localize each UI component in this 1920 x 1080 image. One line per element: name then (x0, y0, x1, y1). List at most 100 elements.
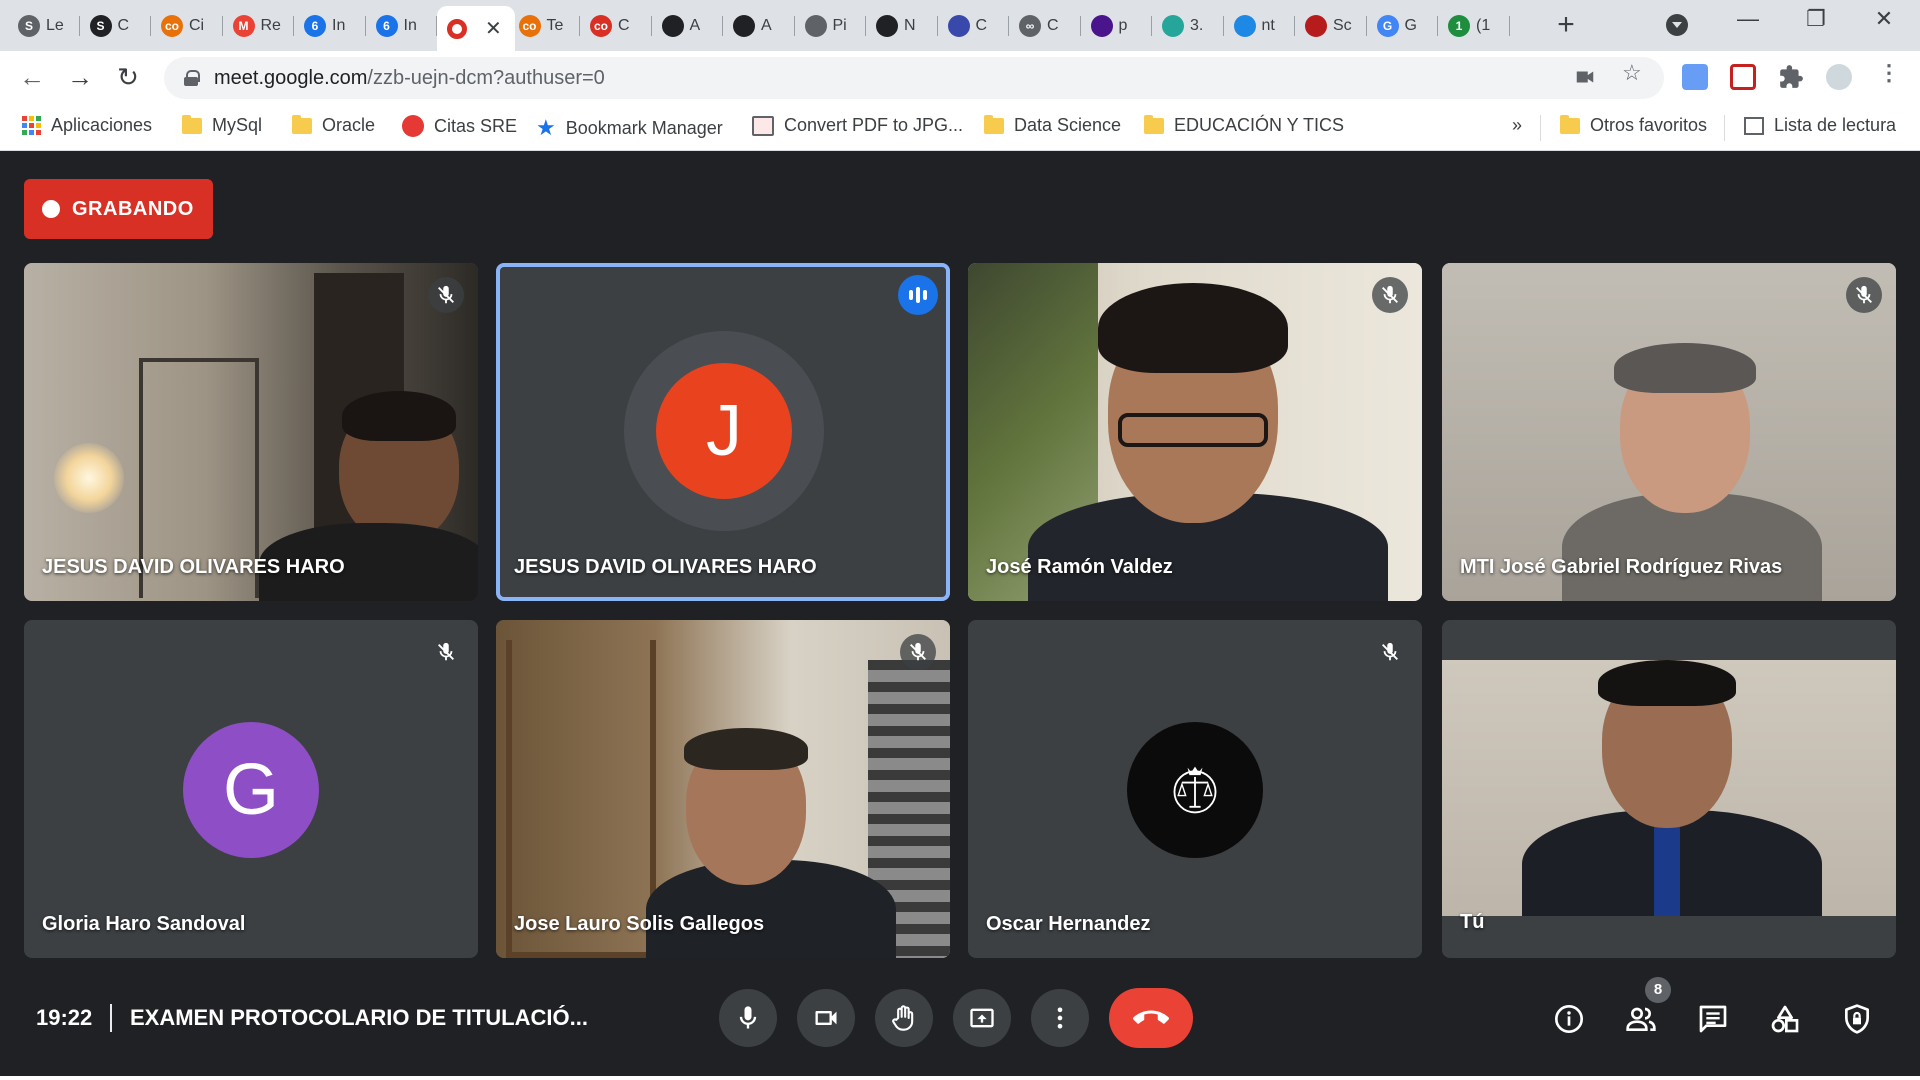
scales-of-justice-icon (1173, 766, 1217, 814)
reading-list-button[interactable]: Lista de lectura (1744, 115, 1896, 136)
forward-button[interactable]: → (62, 59, 98, 95)
tab-separator (1508, 16, 1510, 36)
bookmark-label: MySql (212, 115, 263, 135)
bookmark-divider (1540, 115, 1541, 141)
recording-badge[interactable]: GRABANDO (24, 179, 213, 239)
present-screen-button[interactable] (953, 989, 1011, 1047)
bookmark-data-science[interactable]: Data Science (984, 114, 1121, 136)
bookmark-mysql[interactable]: MySql (182, 114, 263, 136)
browser-tab[interactable]: p (1081, 6, 1152, 46)
bookmark-oracle[interactable]: Oracle (292, 114, 375, 136)
browser-tab[interactable]: C (938, 6, 1009, 46)
participant-tile[interactable]: MTI José Gabriel Rodríguez Rivas (1442, 263, 1896, 601)
browser-tab[interactable]: M Re (223, 6, 294, 46)
participant-name: MTI José Gabriel Rodríguez Rivas (1460, 556, 1783, 578)
bookmark-divider (1724, 115, 1725, 141)
bookmark-educacion-tics[interactable]: EDUCACIÓN Y TICS (1144, 114, 1344, 136)
address-bar[interactable]: meet.google.com/zzb-uejn-dcm?authuser=0 (164, 57, 1664, 99)
bookmark-citas-sre[interactable]: Citas SRE (402, 115, 517, 137)
activities-button[interactable] (1765, 999, 1805, 1039)
tab-title: Sc (1333, 17, 1352, 34)
browser-tab[interactable]: SC (80, 6, 151, 46)
browser-tab[interactable]: 6 In (294, 6, 366, 46)
tab-close-icon[interactable]: ✕ (485, 16, 502, 41)
browser-tab[interactable]: A (652, 6, 723, 46)
bookmark-apps[interactable]: Aplicaciones (22, 115, 152, 136)
bookmarks-overflow-button[interactable]: » (1512, 115, 1522, 136)
camera-button[interactable] (797, 989, 855, 1047)
browser-tab[interactable]: Sc (1295, 6, 1367, 46)
browser-tab[interactable]: 3. (1152, 6, 1224, 46)
speaking-indicator (898, 275, 938, 315)
docs-extension-icon[interactable] (1682, 64, 1708, 90)
browser-tab[interactable]: co Ci (151, 6, 223, 46)
new-tab-button[interactable]: + (1548, 8, 1584, 42)
tab-search-icon[interactable] (1666, 14, 1688, 36)
back-button[interactable]: ← (14, 59, 50, 95)
tab-favicon-icon (876, 15, 898, 37)
bookmark-other-favorites[interactable]: Otros favoritos (1560, 114, 1707, 136)
tab-favicon-icon: co (518, 15, 541, 37)
browser-tab[interactable]: ∞ C (1009, 6, 1081, 46)
participants-button[interactable] (1621, 999, 1661, 1039)
browser-tab[interactable]: S Le (8, 6, 80, 46)
raise-hand-icon (892, 1005, 914, 1031)
red-circle-icon (402, 115, 424, 137)
recording-label: GRABANDO (72, 197, 194, 220)
browser-menu-icon[interactable]: ⋮ (1878, 60, 1900, 86)
restore-window-button[interactable]: ❐ (1796, 6, 1836, 32)
browser-tab-active[interactable]: ✕ (437, 6, 515, 51)
muted-indicator (1846, 277, 1882, 313)
browser-tab[interactable]: co C (580, 6, 652, 46)
participant-tile[interactable]: G Gloria Haro Sandoval (24, 620, 478, 958)
extensions-puzzle-icon[interactable] (1778, 64, 1804, 90)
mic-off-icon (1382, 642, 1398, 661)
mic-off-icon (1382, 285, 1398, 304)
chevron-double-right-icon: » (1512, 115, 1523, 135)
raise-hand-button[interactable] (875, 989, 933, 1047)
lamp-light (54, 443, 124, 513)
person-hair (1098, 283, 1288, 373)
url-host: meet.google.com (214, 66, 368, 89)
bookmark-convert-pdf[interactable]: Convert PDF to JPG... (752, 115, 963, 136)
browser-tab[interactable]: 6 In (366, 6, 437, 46)
tab-title: A (689, 17, 701, 34)
meeting-controls-bar: 19:22 EXAMEN PROTOCOLARIO DE TITULACIÓ..… (0, 975, 1920, 1080)
microphone-icon (739, 1006, 757, 1029)
lock-icon[interactable] (184, 70, 200, 86)
browser-tab[interactable]: co Te (509, 6, 580, 46)
close-window-button[interactable]: ✕ (1864, 6, 1904, 32)
reload-button[interactable]: ↻ (110, 59, 146, 95)
more-options-button[interactable] (1031, 989, 1089, 1047)
camera-in-use-icon[interactable] (1574, 66, 1596, 88)
bookmark-star-icon[interactable]: ☆ (1622, 60, 1642, 86)
video-feed (1442, 660, 1896, 916)
participant-tile[interactable]: J JESUS DAVID OLIVARES HARO (496, 263, 950, 601)
browser-tab[interactable]: A (723, 6, 795, 46)
profile-avatar[interactable] (1826, 64, 1852, 90)
bookmark-manager[interactable]: ★ Bookmark Manager (536, 115, 723, 141)
reading-list-label: Lista de lectura (1774, 115, 1897, 135)
host-controls-button[interactable] (1837, 999, 1877, 1039)
participant-tile[interactable]: Oscar Hernandez (968, 620, 1422, 958)
microphone-button[interactable] (719, 989, 777, 1047)
participant-tile[interactable]: José Ramón Valdez (968, 263, 1422, 601)
browser-tab[interactable]: GG (1367, 6, 1438, 46)
browser-tab[interactable]: nt (1224, 6, 1295, 46)
participant-tile[interactable]: Jose Lauro Solis Gallegos (496, 620, 950, 958)
pocket-extension-icon[interactable] (1730, 64, 1756, 90)
meeting-details-button[interactable] (1549, 999, 1589, 1039)
browser-tab[interactable]: 1 (1 (1438, 6, 1510, 46)
person-hair (1598, 660, 1736, 706)
leave-call-button[interactable] (1109, 988, 1193, 1048)
tab-favicon-icon: 6 (304, 15, 326, 37)
minimize-window-button[interactable]: — (1728, 6, 1768, 32)
muted-indicator (1372, 277, 1408, 313)
chat-button[interactable] (1693, 999, 1733, 1039)
participant-tile-self[interactable]: Tú (1442, 620, 1896, 958)
participant-tile[interactable]: JESUS DAVID OLIVARES HARO (24, 263, 478, 601)
avatar: J (656, 363, 792, 499)
audio-bar (923, 290, 927, 300)
browser-tab[interactable]: N (866, 6, 938, 46)
browser-tab[interactable]: Pi (795, 6, 866, 46)
